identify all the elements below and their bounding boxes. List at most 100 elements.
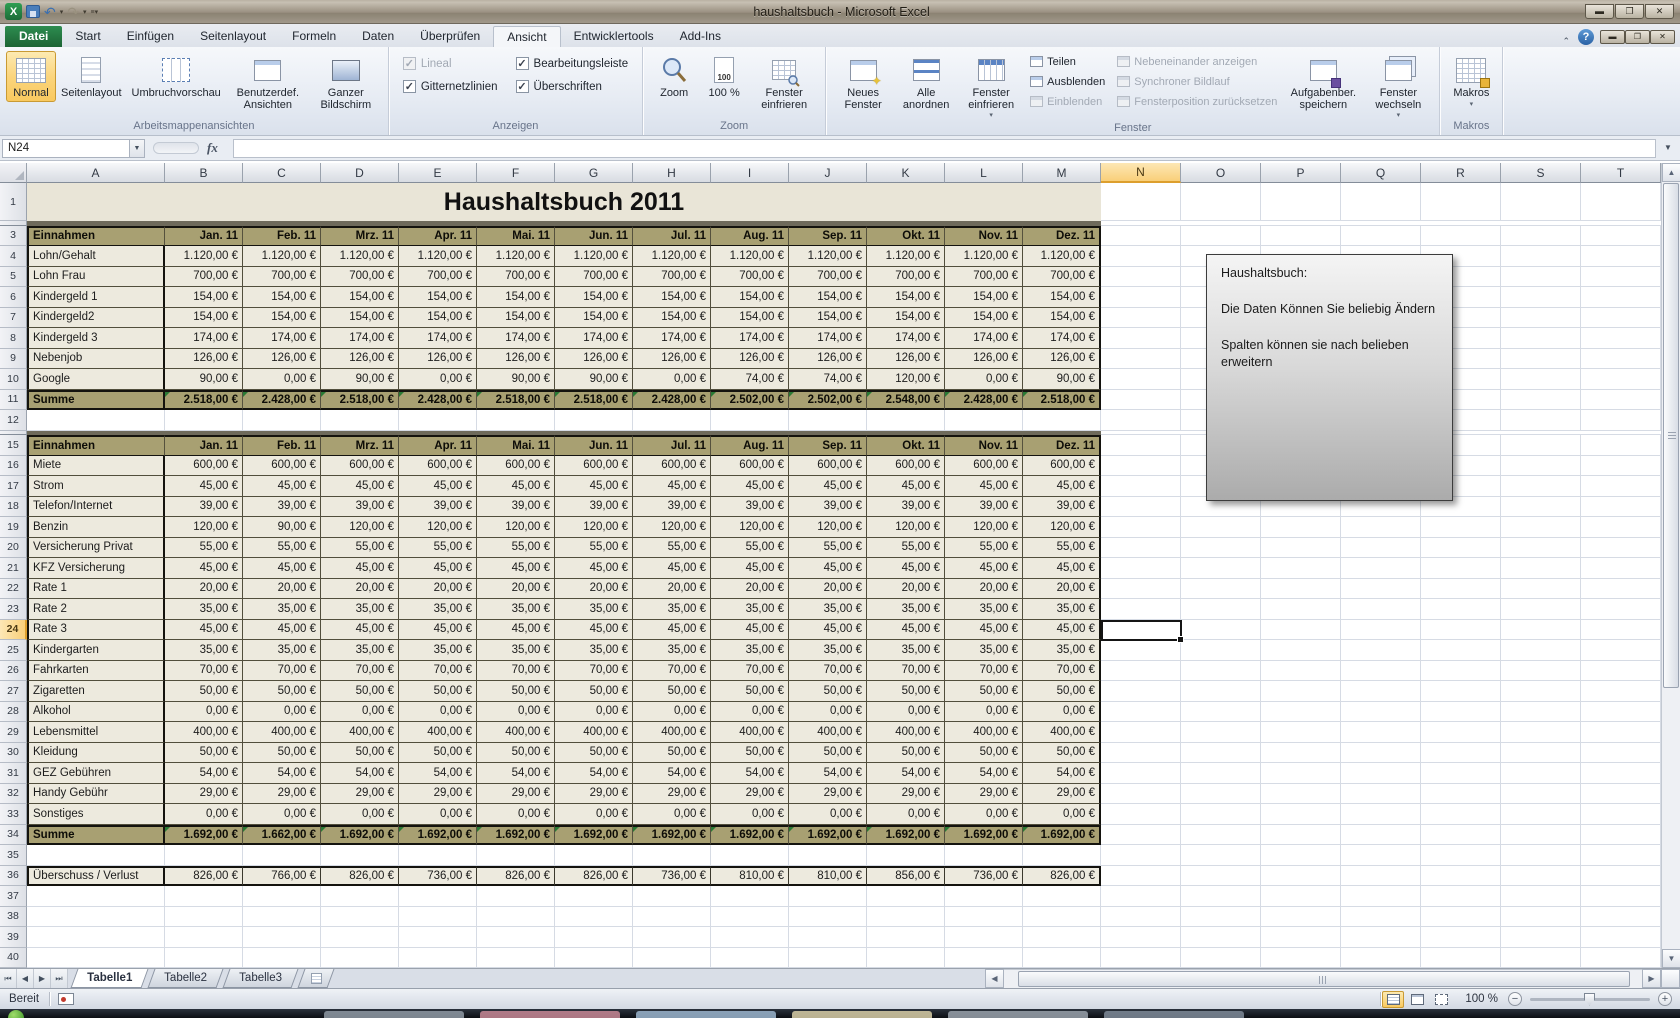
cell-value[interactable]: 45,00 € bbox=[633, 558, 711, 579]
cell[interactable] bbox=[1501, 390, 1581, 411]
cell-value[interactable] bbox=[867, 948, 945, 969]
cell-value[interactable]: 0,00 € bbox=[633, 369, 711, 390]
cell-value[interactable]: 154,00 € bbox=[399, 287, 477, 308]
cell-value[interactable]: 29,00 € bbox=[1023, 784, 1101, 805]
cell[interactable] bbox=[1581, 886, 1661, 907]
cell[interactable] bbox=[1261, 784, 1341, 805]
cell-label[interactable]: Lohn/Gehalt bbox=[27, 246, 165, 267]
cell[interactable] bbox=[1101, 640, 1181, 661]
cell[interactable] bbox=[1181, 866, 1261, 887]
cell-value[interactable]: 39,00 € bbox=[867, 497, 945, 518]
cell-value[interactable]: 54,00 € bbox=[399, 763, 477, 784]
zoom-slider[interactable] bbox=[1530, 998, 1650, 1001]
undo-dropdown-icon[interactable]: ▾ bbox=[60, 8, 64, 16]
cell[interactable] bbox=[1501, 927, 1581, 948]
fenster-einfrieren-button[interactable]: Fenster einfrieren ▾ bbox=[958, 51, 1024, 121]
cell-label[interactable]: Rate 1 bbox=[27, 579, 165, 600]
tab-entwicklertools[interactable]: Entwicklertools bbox=[561, 26, 667, 47]
cell-value[interactable]: 1.120,00 € bbox=[867, 246, 945, 267]
cell[interactable] bbox=[1261, 886, 1341, 907]
cell-value[interactable]: 120,00 € bbox=[867, 369, 945, 390]
cell[interactable] bbox=[1101, 907, 1181, 928]
cell-value[interactable]: 70,00 € bbox=[555, 661, 633, 682]
cell[interactable] bbox=[1181, 661, 1261, 682]
cell-value[interactable]: 700,00 € bbox=[555, 267, 633, 288]
cell[interactable] bbox=[1581, 369, 1661, 390]
cell[interactable] bbox=[1501, 845, 1581, 866]
cell-value[interactable]: 35,00 € bbox=[711, 640, 789, 661]
cell[interactable] bbox=[1181, 579, 1261, 600]
cell-value[interactable] bbox=[399, 927, 477, 948]
cell[interactable] bbox=[1421, 763, 1501, 784]
cell[interactable] bbox=[1501, 907, 1581, 928]
cell-value[interactable]: 600,00 € bbox=[945, 456, 1023, 477]
cell-value[interactable]: 700,00 € bbox=[243, 267, 321, 288]
cell-value[interactable] bbox=[1023, 845, 1101, 866]
cell-value[interactable] bbox=[555, 845, 633, 866]
cell[interactable] bbox=[1581, 599, 1661, 620]
cell-value[interactable]: 50,00 € bbox=[243, 681, 321, 702]
einblenden-button[interactable]: Einblenden bbox=[1030, 93, 1105, 110]
cell-value[interactable]: 154,00 € bbox=[789, 287, 867, 308]
expand-formula-bar-icon[interactable]: ▼ bbox=[1660, 139, 1676, 158]
cell-value[interactable]: 174,00 € bbox=[399, 328, 477, 349]
cell-value[interactable]: 600,00 € bbox=[1023, 456, 1101, 477]
cell-value[interactable] bbox=[477, 927, 555, 948]
cell-value[interactable]: Mai. 11 bbox=[477, 226, 555, 247]
cell-value[interactable] bbox=[711, 927, 789, 948]
cell-value[interactable]: 1.692,00 € bbox=[399, 825, 477, 846]
column-header-M[interactable]: M bbox=[1023, 163, 1101, 183]
cell-value[interactable]: 700,00 € bbox=[633, 267, 711, 288]
cell-value[interactable] bbox=[477, 907, 555, 928]
umbruchvorschau-button[interactable]: Umbruchvorschau bbox=[127, 51, 226, 102]
cell-value[interactable]: Jan. 11 bbox=[165, 226, 243, 247]
cell[interactable] bbox=[1261, 907, 1341, 928]
cell[interactable] bbox=[1581, 538, 1661, 559]
cell-value[interactable]: 54,00 € bbox=[477, 763, 555, 784]
cell[interactable] bbox=[1581, 456, 1661, 477]
cell-label[interactable]: Strom bbox=[27, 476, 165, 497]
row-header-30[interactable]: 30 bbox=[0, 743, 27, 764]
cell-value[interactable]: 55,00 € bbox=[789, 538, 867, 559]
cell[interactable] bbox=[1261, 183, 1341, 221]
cell-value[interactable]: 0,00 € bbox=[165, 702, 243, 723]
cell-value[interactable]: 600,00 € bbox=[477, 456, 555, 477]
row-header-34[interactable]: 34 bbox=[0, 825, 27, 846]
cell-value[interactable]: 0,00 € bbox=[477, 804, 555, 825]
cell-value[interactable]: 0,00 € bbox=[945, 369, 1023, 390]
cell[interactable] bbox=[1101, 476, 1181, 497]
cell[interactable] bbox=[1581, 226, 1661, 247]
cell[interactable] bbox=[1501, 538, 1581, 559]
workbook-minimize-button[interactable]: ▬ bbox=[1600, 30, 1625, 44]
cell-value[interactable] bbox=[711, 907, 789, 928]
cell[interactable] bbox=[1421, 681, 1501, 702]
column-header-B[interactable]: B bbox=[165, 163, 243, 183]
cell[interactable] bbox=[1181, 538, 1261, 559]
cell[interactable] bbox=[1421, 825, 1501, 846]
cell-value[interactable] bbox=[633, 927, 711, 948]
cell-value[interactable] bbox=[165, 886, 243, 907]
cell-value[interactable]: 0,00 € bbox=[555, 702, 633, 723]
sheet-tab-tabelle1[interactable]: Tabelle1 bbox=[71, 969, 149, 988]
cell-value[interactable]: 50,00 € bbox=[555, 743, 633, 764]
column-header-L[interactable]: L bbox=[945, 163, 1023, 183]
cell-value[interactable]: 826,00 € bbox=[165, 866, 243, 887]
row-header-25[interactable]: 25 bbox=[0, 640, 27, 661]
cell-value[interactable]: 174,00 € bbox=[633, 328, 711, 349]
cell-value[interactable]: 1.692,00 € bbox=[165, 825, 243, 846]
cell[interactable] bbox=[1501, 517, 1581, 538]
cell-value[interactable]: Aug. 11 bbox=[711, 435, 789, 456]
cell-label[interactable]: Alkohol bbox=[27, 702, 165, 723]
cell-value[interactable]: 400,00 € bbox=[789, 722, 867, 743]
cell-value[interactable]: 2.518,00 € bbox=[1023, 390, 1101, 411]
cell-value[interactable] bbox=[945, 927, 1023, 948]
cell-value[interactable]: 0,00 € bbox=[243, 369, 321, 390]
cell-value[interactable] bbox=[555, 948, 633, 969]
cell[interactable] bbox=[1341, 886, 1421, 907]
cell-label[interactable]: Summe bbox=[27, 390, 165, 411]
cell-value[interactable]: 50,00 € bbox=[399, 743, 477, 764]
cell-value[interactable]: Aug. 11 bbox=[711, 226, 789, 247]
cell-value[interactable] bbox=[1023, 927, 1101, 948]
cell-value[interactable]: 39,00 € bbox=[555, 497, 633, 518]
zoom-level[interactable]: 100 % bbox=[1453, 993, 1508, 1005]
